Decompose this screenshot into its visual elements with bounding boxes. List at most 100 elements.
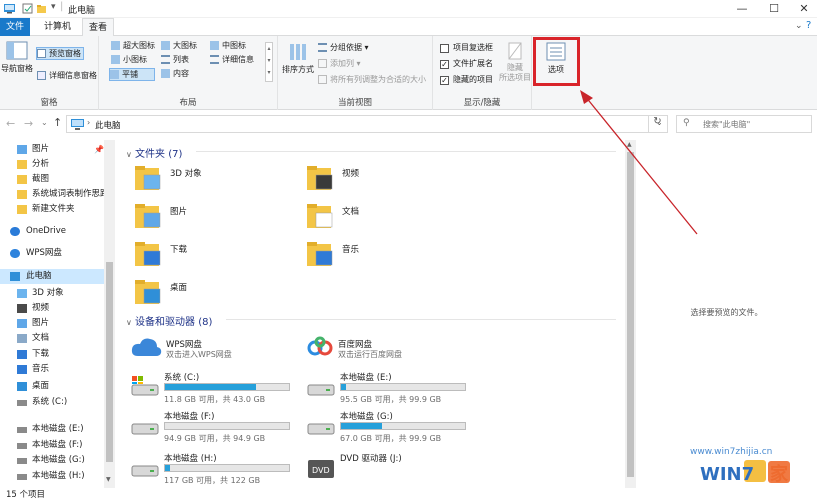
close-button[interactable]: ✕ <box>789 0 817 18</box>
explorer-window: ▾ | 此电脑 — ☐ ✕ 文件 计算机 查看 ⌄ ? 导航窗格 预览窗格 详细… <box>0 0 817 500</box>
watermark-logo: WIN7 家 <box>700 458 810 488</box>
layout-list[interactable]: 列表 <box>161 54 189 65</box>
new-folder-icon[interactable] <box>36 3 47 14</box>
video-icon <box>307 166 333 190</box>
sidebar-item[interactable]: 3D 对象 <box>0 286 104 301</box>
maximize-button[interactable]: ☐ <box>759 0 789 18</box>
file-extensions-checkbox[interactable]: ✓ <box>440 60 449 69</box>
baidu-netdisk-tile[interactable]: 百度网盘 双击运行百度网盘 <box>306 336 402 361</box>
details-pane-button[interactable]: 详细信息窗格 <box>37 70 97 81</box>
nav-scrollbar[interactable]: ▼ <box>104 140 115 488</box>
sidebar-item[interactable]: 本地磁盘 (F:) <box>0 438 104 453</box>
details-pane-label: 详细信息窗格 <box>49 71 97 80</box>
minimize-button[interactable]: — <box>727 0 757 18</box>
sidebar-item[interactable]: 系统 (C:) <box>0 395 104 410</box>
sidebar-item[interactable]: 文档 <box>0 331 104 346</box>
sidebar-item[interactable]: WPS网盘 <box>0 246 104 261</box>
layout-group: 超大图标 大图标 中图标 小图标 列表 详细信息 平铺 内容 ▴ ▾ ▾ 布局 <box>99 36 278 110</box>
title-bar: ▾ | 此电脑 — ☐ ✕ <box>0 0 817 18</box>
layout-option-label: 超大图标 <box>123 41 155 50</box>
sidebar-item[interactable]: 桌面 <box>0 379 104 394</box>
tab-file[interactable]: 文件 <box>0 18 30 36</box>
sidebar-item[interactable]: 新建文件夹 <box>0 202 104 217</box>
help-icon[interactable]: ? <box>806 20 811 31</box>
preview-pane-button[interactable]: 预览窗格 <box>36 47 84 60</box>
sidebar-item[interactable]: 下载 <box>0 347 104 362</box>
sort-by-button[interactable]: 排序方式 <box>280 42 316 75</box>
sidebar-item[interactable]: 视频 <box>0 301 104 316</box>
sidebar-item[interactable]: 本地磁盘 (H:) <box>0 469 104 484</box>
up-icon[interactable]: ↑ <box>53 116 62 129</box>
sidebar-item-label: 图片 <box>32 144 50 154</box>
hidden-items-checkbox[interactable]: ✓ <box>440 76 449 85</box>
sidebar-item[interactable]: 此电脑 <box>0 269 104 284</box>
music-icon <box>17 365 27 374</box>
devices-section-title: 设备和驱动器 (8) <box>135 317 213 328</box>
recent-locations-icon[interactable]: ⌄ <box>41 118 48 127</box>
layout-option-label: 平铺 <box>122 70 138 79</box>
navigation-pane-button[interactable]: 导航窗格 <box>1 41 33 74</box>
layout-medium-icons[interactable]: 中图标 <box>210 40 246 51</box>
forward-icon[interactable]: → <box>24 117 33 130</box>
drive-usage-bar <box>164 383 290 391</box>
folder-tile[interactable]: 下载 <box>134 241 187 272</box>
sidebar-item-label: 文档 <box>32 333 50 343</box>
sidebar-item[interactable]: 图片 📌 <box>0 142 104 157</box>
drive-tile[interactable]: 本地磁盘 (E:) 95.5 GB 可用，共 99.9 GB <box>306 371 476 407</box>
folder-tile[interactable]: 文档 <box>306 203 359 234</box>
layout-gallery-scroll[interactable]: ▴ ▾ ▾ <box>265 42 273 82</box>
sidebar-item[interactable]: OneDrive <box>0 224 104 239</box>
drive-tile[interactable]: DVD DVD 驱动器 (J:) <box>306 452 476 488</box>
sidebar-item[interactable]: 图片 <box>0 316 104 331</box>
layout-details[interactable]: 详细信息 <box>210 54 254 65</box>
sidebar-item[interactable]: 分析 <box>0 157 104 172</box>
scroll-down-icon[interactable]: ▼ <box>106 476 111 483</box>
hide-selected-button[interactable]: 隐藏 所选项目 <box>499 42 531 83</box>
sidebar-item[interactable]: 本地磁盘 (G:) <box>0 453 104 468</box>
item-checkboxes-checkbox[interactable] <box>440 44 449 53</box>
sidebar-item[interactable]: 音乐 <box>0 362 104 377</box>
pictures-icon <box>17 319 27 328</box>
sidebar-item[interactable]: 截图 <box>0 172 104 187</box>
add-column-button[interactable]: 添加列 ▾ <box>318 58 361 69</box>
layout-small-icons[interactable]: 小图标 <box>111 54 147 65</box>
quick-access-dropdown-icon[interactable]: ▾ <box>51 2 56 12</box>
folder-label: 下载 <box>170 245 188 255</box>
pin-icon[interactable]: 📌 <box>94 142 104 157</box>
details-icon <box>210 55 219 64</box>
wps-cloud-tile[interactable]: WPS网盘 双击进入WPS网盘 <box>130 336 232 361</box>
properties-icon[interactable] <box>22 3 33 14</box>
tab-view[interactable]: 查看 <box>82 18 115 37</box>
layout-extra-large-icons[interactable]: 超大图标 <box>111 40 155 51</box>
folder-tile[interactable]: 图片 <box>134 203 187 234</box>
sidebar-item[interactable]: 系统城词表制作思路 <box>0 187 109 202</box>
folder-tile[interactable]: 音乐 <box>306 241 359 272</box>
devices-section-header[interactable]: ∨ 设备和驱动器 (8) <box>126 313 616 328</box>
fit-columns-button[interactable]: 将所有列调整为合适的大小 <box>318 74 426 85</box>
nav-scroll-thumb[interactable] <box>106 262 113 462</box>
folder-tile[interactable]: 3D 对象 <box>134 165 202 196</box>
folder-tile[interactable]: 桌面 <box>134 279 187 310</box>
wps-cloud-icon <box>131 338 162 356</box>
layout-content[interactable]: 内容 <box>161 68 189 79</box>
back-icon[interactable]: ← <box>6 117 15 130</box>
search-input[interactable]: 搜索"此电脑" <box>703 119 750 130</box>
drive-icon <box>131 465 159 477</box>
pictures-icon <box>17 145 27 154</box>
sidebar-item[interactable]: 本地磁盘 (E:) <box>0 422 104 437</box>
expand-ribbon-icon[interactable]: ⌄ <box>795 21 803 31</box>
drive-tile[interactable]: 本地磁盘 (F:) 94.9 GB 可用，共 94.9 GB <box>130 410 300 446</box>
drive-tile[interactable]: 系统 (C:) 11.8 GB 可用，共 43.0 GB <box>130 371 300 407</box>
folders-section-header[interactable]: ∨ 文件夹 (7) <box>126 145 616 160</box>
drive-usage-bar <box>164 422 290 430</box>
breadcrumb-chevron-icon[interactable]: › <box>87 118 90 127</box>
drive-tile[interactable]: 本地磁盘 (H:) 117 GB 可用，共 122 GB <box>130 452 300 488</box>
folder-label: 文档 <box>342 207 360 217</box>
tab-computer[interactable]: 计算机 <box>38 18 77 36</box>
group-by-button[interactable]: 分组依据 ▾ <box>318 42 369 53</box>
pane-group: 导航窗格 预览窗格 详细信息窗格 窗格 <box>0 36 99 110</box>
layout-tiles[interactable]: 平铺 <box>109 68 155 81</box>
layout-large-icons[interactable]: 大图标 <box>161 40 197 51</box>
drive-tile[interactable]: 本地磁盘 (G:) 67.0 GB 可用，共 99.9 GB <box>306 410 476 446</box>
folder-tile[interactable]: 视频 <box>306 165 359 196</box>
